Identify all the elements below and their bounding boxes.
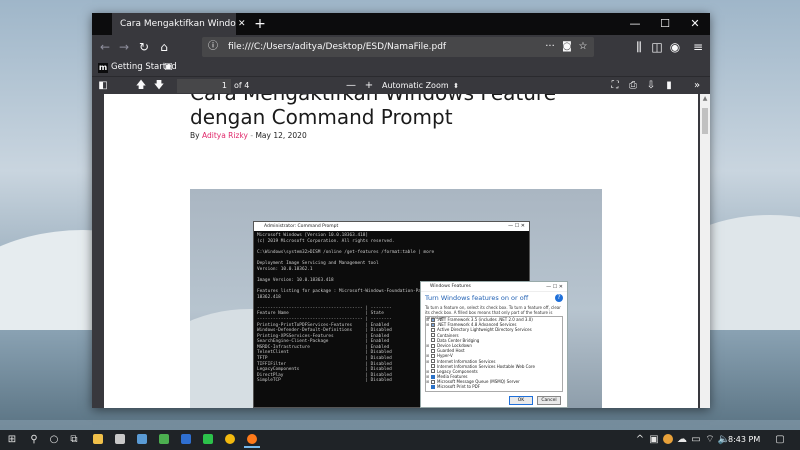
feature-checkbox — [431, 364, 435, 369]
byline-by: By — [190, 131, 200, 140]
action-center-icon[interactable]: ▢ — [772, 432, 788, 448]
bookmark-screen-icon[interactable]: ▣ — [164, 61, 176, 73]
zoom-select[interactable]: Automatic Zoom ⬍ — [378, 79, 462, 93]
cmd-title: Administrator: Command Prompt — [264, 224, 339, 229]
new-tab-button[interactable]: + — [252, 13, 268, 35]
feature-checkbox — [431, 317, 435, 322]
feature-checkbox — [431, 385, 435, 390]
feature-checkbox — [431, 333, 435, 338]
minimize-button[interactable]: — — [620, 13, 650, 35]
feature-checkbox — [431, 369, 435, 374]
feature-checkbox — [431, 374, 435, 379]
account-avatar-icon[interactable]: ◉ — [667, 39, 683, 55]
feature-checkbox — [431, 353, 435, 358]
zoom-in-button[interactable]: + — [362, 78, 376, 94]
zoom-select-value: Automatic Zoom — [382, 81, 449, 90]
features-list: ⊞ .NET Framework 3.5 (includes .NET 2.0 a… — [425, 316, 563, 392]
feature-checkbox — [431, 348, 435, 353]
reload-icon[interactable]: ↻ — [136, 39, 152, 55]
menu-hamburger-icon[interactable]: ≡ — [690, 39, 706, 55]
scrollbar-thumb[interactable] — [702, 108, 708, 134]
cmd-window-controls: — ☐ ✕ — [508, 223, 525, 229]
tab-close-icon[interactable]: ✕ — [238, 13, 250, 35]
pdf-sidebar-toggle-icon[interactable]: ◧ — [96, 78, 110, 94]
sidebar-toggle-icon[interactable]: ◫ — [649, 39, 665, 55]
article-screenshot-image: Administrator: Command Prompt — ☐ ✕ Micr… — [190, 189, 602, 408]
save-document-icon[interactable]: ⇩ — [644, 78, 658, 94]
features-cancel-button: Cancel — [537, 396, 561, 405]
print-icon[interactable]: ⎙ — [626, 78, 640, 94]
line-app-icon[interactable] — [200, 432, 216, 448]
pocket-icon[interactable]: ◙ — [560, 39, 574, 55]
feature-checkbox — [431, 379, 435, 384]
tools-more-button[interactable]: » — [690, 78, 704, 94]
byline-date: May 12, 2020 — [255, 131, 307, 140]
feature-checkbox — [431, 338, 435, 343]
cortana-icon[interactable]: ○ — [46, 432, 62, 448]
tab-active[interactable]: Cara Mengaktifkan Windows Feature — [112, 13, 236, 35]
feature-checkbox — [431, 327, 435, 332]
chevron-updown-icon: ⬍ — [453, 82, 459, 90]
article-byline: By Aditya Rizky - May 12, 2020 — [190, 131, 307, 140]
task-view-icon[interactable]: ⧉ — [66, 432, 82, 448]
chrome-icon[interactable] — [222, 432, 238, 448]
article-title: Cara Mengaktifkan Windows Feature dengan… — [190, 94, 556, 129]
taskbar-clock[interactable]: 8:43 PM — [728, 432, 760, 448]
features-titlebar: Windows Features — ☐ ✕ — [421, 282, 567, 292]
cmd-titlebar: Administrator: Command Prompt — ☐ ✕ — [254, 222, 529, 231]
features-window-controls: — ☐ ✕ — [546, 284, 563, 290]
back-arrow-icon[interactable]: ← — [97, 39, 113, 55]
navigation-toolbar: ← → ↻ ⌂ ⓘ file:///C:/Users/aditya/Deskto… — [92, 35, 710, 59]
vertical-scrollbar[interactable]: ▲ — [700, 94, 710, 408]
tab-title: Cara Mengaktifkan Windows Feature — [120, 19, 236, 29]
feature-checkbox — [431, 322, 435, 327]
feature-list-item: Microsoft Print to PDF — [426, 384, 562, 389]
firefox-window: Cara Mengaktifkan Windows Feature ✕ + — … — [92, 13, 710, 408]
firefox-taskbar-icon[interactable] — [244, 432, 260, 448]
byline-author[interactable]: Aditya Rizky — [202, 131, 248, 140]
page-actions-icon[interactable]: ··· — [542, 39, 558, 55]
windows-features-dialog: Windows Features — ☐ ✕ Turn Windows feat… — [420, 281, 568, 408]
page-count: of 4 — [234, 81, 250, 90]
url-text: file:///C:/Users/aditya/Desktop/ESD/Nama… — [228, 42, 447, 52]
tab-bar: Cara Mengaktifkan Windows Feature ✕ + — … — [92, 13, 710, 35]
search-icon[interactable]: ⚲ — [26, 432, 42, 448]
bookmark-star-icon[interactable]: ☆ — [576, 39, 590, 55]
home-icon[interactable]: ⌂ — [156, 39, 172, 55]
pdf-viewport[interactable]: Cara Mengaktifkan Windows Feature dengan… — [92, 94, 710, 408]
url-bar[interactable]: ⓘ file:///C:/Users/aditya/Desktop/ESD/Na… — [202, 37, 594, 57]
start-windows-icon[interactable]: ⊞ — [4, 432, 20, 448]
app-taskbar-icon-2[interactable] — [134, 432, 150, 448]
app-taskbar-icon-4[interactable] — [178, 432, 194, 448]
pdf-page: Cara Mengaktifkan Windows Feature dengan… — [104, 94, 698, 408]
feature-checkbox — [431, 359, 435, 364]
zoom-out-button[interactable]: — — [344, 78, 358, 94]
bookmark-favicon-icon: m — [98, 62, 108, 73]
byline-separator: - — [250, 131, 254, 140]
maximize-button[interactable]: ☐ — [650, 13, 680, 35]
features-ok-button: OK — [509, 396, 533, 405]
features-title: Windows Features — [430, 284, 471, 289]
previous-page-icon[interactable]: 🡅 — [134, 78, 148, 94]
forward-arrow-icon[interactable]: → — [116, 39, 132, 55]
bookmarks-toolbar: m Getting Started ▣ — [92, 59, 710, 76]
pdf-toolbar: ◧ 🡅 🡇 1 of 4 — + Automatic Zoom ⬍ ⛶ ⎙ ⇩ … — [92, 76, 710, 94]
file-explorer-icon[interactable] — [90, 432, 106, 448]
next-page-icon[interactable]: 🡇 — [152, 78, 166, 94]
feature-label: Microsoft Print to PDF — [437, 384, 481, 390]
app-taskbar-icon-3[interactable] — [156, 432, 172, 448]
close-window-button[interactable]: ✕ — [680, 13, 710, 35]
features-heading: Turn Windows features on or off — [425, 294, 529, 302]
page-info-icon[interactable]: ⓘ — [206, 39, 220, 55]
presentation-mode-icon[interactable]: ⛶ — [608, 78, 622, 94]
page-number-input[interactable]: 1 — [177, 79, 231, 93]
feature-checkbox — [431, 343, 435, 348]
bookmark-page-icon[interactable]: ▮ — [662, 78, 676, 94]
library-icon[interactable]: ⫼ — [631, 39, 647, 55]
help-icon: ? — [555, 294, 563, 302]
scroll-up-icon[interactable]: ▲ — [700, 94, 710, 104]
app-taskbar-icon-1[interactable] — [112, 432, 128, 448]
taskbar: ⊞ ⚲ ○ ⧉ ^ ▣ ☁ ▭ ⌔ 🔈 8:43 PM ▢ — [0, 430, 800, 450]
